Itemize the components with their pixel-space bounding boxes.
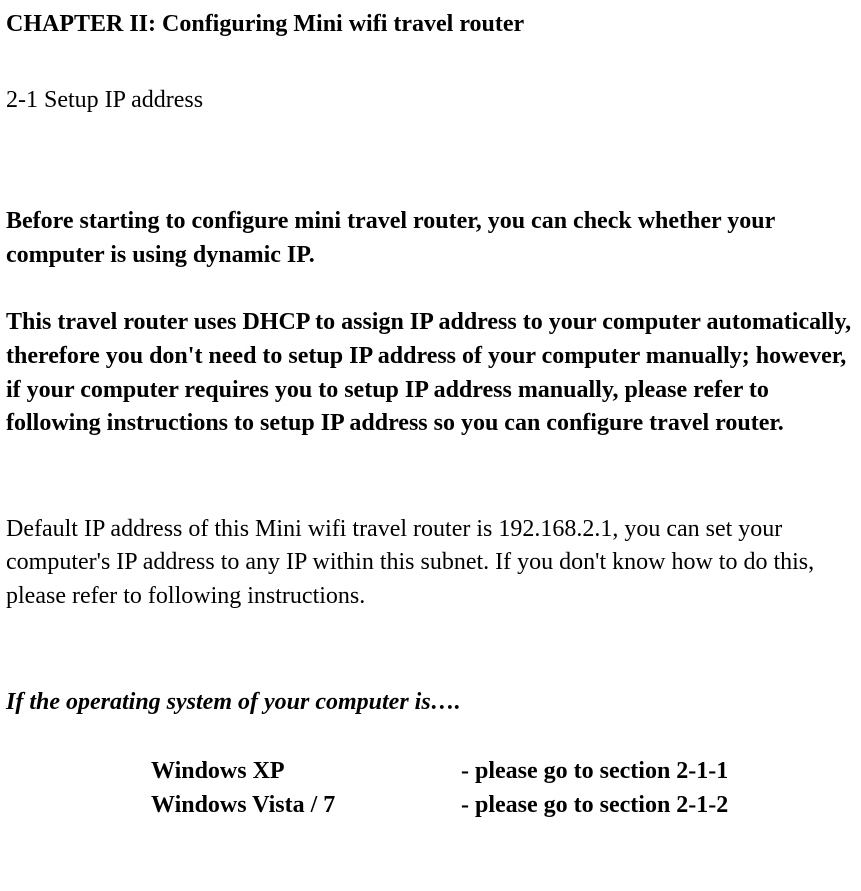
paragraph-default-ip: Default IP address of this Mini wifi tra… (6, 513, 855, 614)
os-name: Windows Vista / 7 (151, 789, 461, 823)
os-heading: If the operating system of your computer… (6, 686, 855, 720)
chapter-title: CHAPTER II: Configuring Mini wifi travel… (6, 8, 855, 42)
section-title: 2-1 Setup IP address (6, 84, 855, 118)
os-row: Windows XP - please go to section 2-1-1 (151, 755, 855, 789)
os-row: Windows Vista / 7 - please go to section… (151, 789, 855, 823)
paragraph-intro-1: Before starting to configure mini travel… (6, 205, 855, 272)
paragraph-intro-2: This travel router uses DHCP to assign I… (6, 306, 855, 440)
os-ref: - please go to section 2-1-2 (461, 789, 855, 823)
os-name: Windows XP (151, 755, 461, 789)
os-table: Windows XP - please go to section 2-1-1 … (6, 755, 855, 822)
os-ref: - please go to section 2-1-1 (461, 755, 855, 789)
